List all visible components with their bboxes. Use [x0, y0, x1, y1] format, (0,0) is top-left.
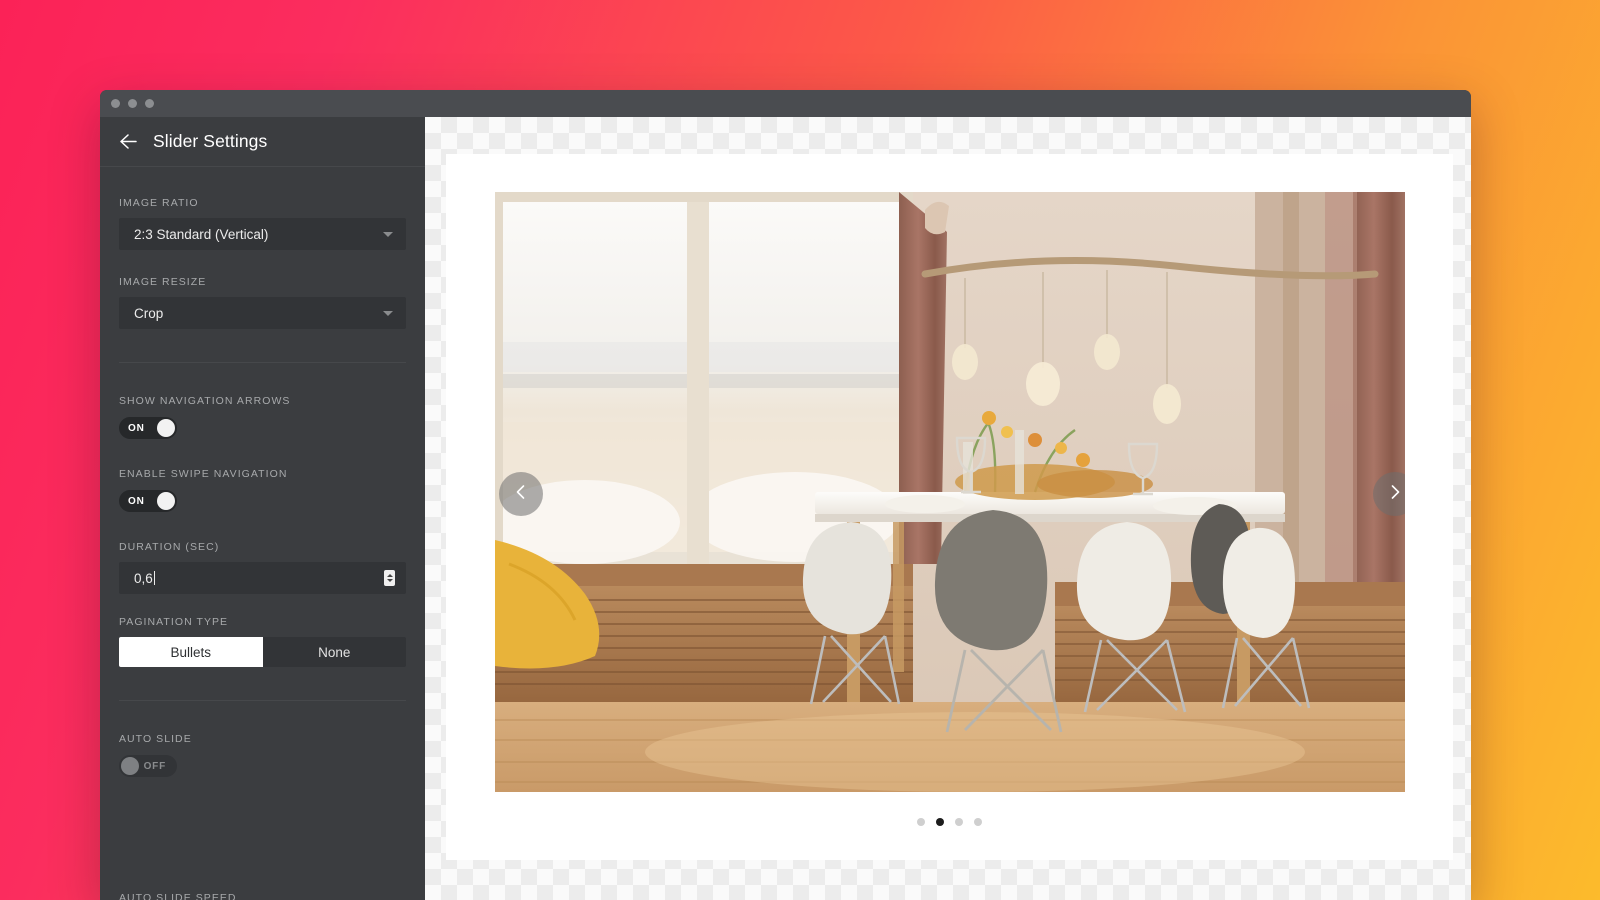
app-window: Slider Settings IMAGE RATIO 2:3 Standard…: [100, 90, 1471, 900]
number-spinner-icon[interactable]: [384, 570, 395, 586]
text-cursor: [153, 571, 155, 585]
page-title: Slider Settings: [153, 131, 268, 151]
window-close-dot[interactable]: [111, 99, 120, 108]
image-ratio-label: IMAGE RATIO: [119, 197, 199, 209]
slider-pagination: [446, 818, 1453, 826]
pagination-type-segmented: Bullets None: [119, 637, 406, 667]
auto-slide-speed-label: AUTO SLIDE SPEED: [119, 892, 237, 900]
toggle-knob: [157, 492, 175, 510]
show-navigation-arrows-label: SHOW NAVIGATION ARROWS: [119, 395, 291, 407]
window-minimize-dot[interactable]: [128, 99, 137, 108]
duration-value: 0,6: [134, 570, 153, 586]
auto-slide-label: AUTO SLIDE: [119, 733, 192, 745]
pagination-type-label: PAGINATION TYPE: [119, 616, 229, 628]
image-resize-label: IMAGE RESIZE: [119, 276, 207, 288]
image-resize-value: Crop: [134, 305, 164, 321]
pagination-option-bullets[interactable]: Bullets: [119, 637, 263, 667]
pagination-bullet[interactable]: [974, 818, 982, 826]
chevron-left-icon: [513, 484, 529, 505]
image-ratio-select[interactable]: 2:3 Standard (Vertical): [119, 218, 406, 250]
slider-preview-pane: [425, 117, 1471, 900]
auto-slide-state: OFF: [143, 760, 166, 772]
dining-room-photo: [495, 192, 1405, 792]
image-resize-select[interactable]: Crop: [119, 297, 406, 329]
arrow-left-icon[interactable]: [118, 132, 137, 151]
sidebar-header: Slider Settings: [100, 117, 425, 167]
pagination-bullet[interactable]: [955, 818, 963, 826]
slider-card: [446, 154, 1453, 860]
show-navigation-arrows-toggle[interactable]: ON: [119, 417, 177, 439]
enable-swipe-navigation-label: ENABLE SWIPE NAVIGATION: [119, 468, 288, 480]
pagination-bullet-active[interactable]: [936, 818, 944, 826]
toggle-knob: [157, 419, 175, 437]
settings-sidebar: Slider Settings IMAGE RATIO 2:3 Standard…: [100, 117, 425, 900]
slide-image[interactable]: [495, 192, 1405, 792]
enable-swipe-navigation-state: ON: [128, 495, 145, 507]
chevron-down-icon: [383, 232, 393, 237]
chevron-right-icon: [1387, 484, 1403, 505]
duration-input[interactable]: 0,6: [119, 562, 406, 594]
window-maximize-dot[interactable]: [145, 99, 154, 108]
duration-label: DURATION (SEC): [119, 541, 220, 553]
image-ratio-value: 2:3 Standard (Vertical): [134, 226, 269, 242]
toggle-knob: [121, 757, 139, 775]
enable-swipe-navigation-toggle[interactable]: ON: [119, 490, 177, 512]
auto-slide-toggle[interactable]: OFF: [119, 755, 177, 777]
show-navigation-arrows-state: ON: [128, 422, 145, 434]
pagination-bullet[interactable]: [917, 818, 925, 826]
chevron-down-icon: [383, 311, 393, 316]
slider-prev-button[interactable]: [499, 472, 543, 516]
pagination-option-none[interactable]: None: [262, 637, 406, 667]
window-titlebar: [100, 90, 1471, 117]
